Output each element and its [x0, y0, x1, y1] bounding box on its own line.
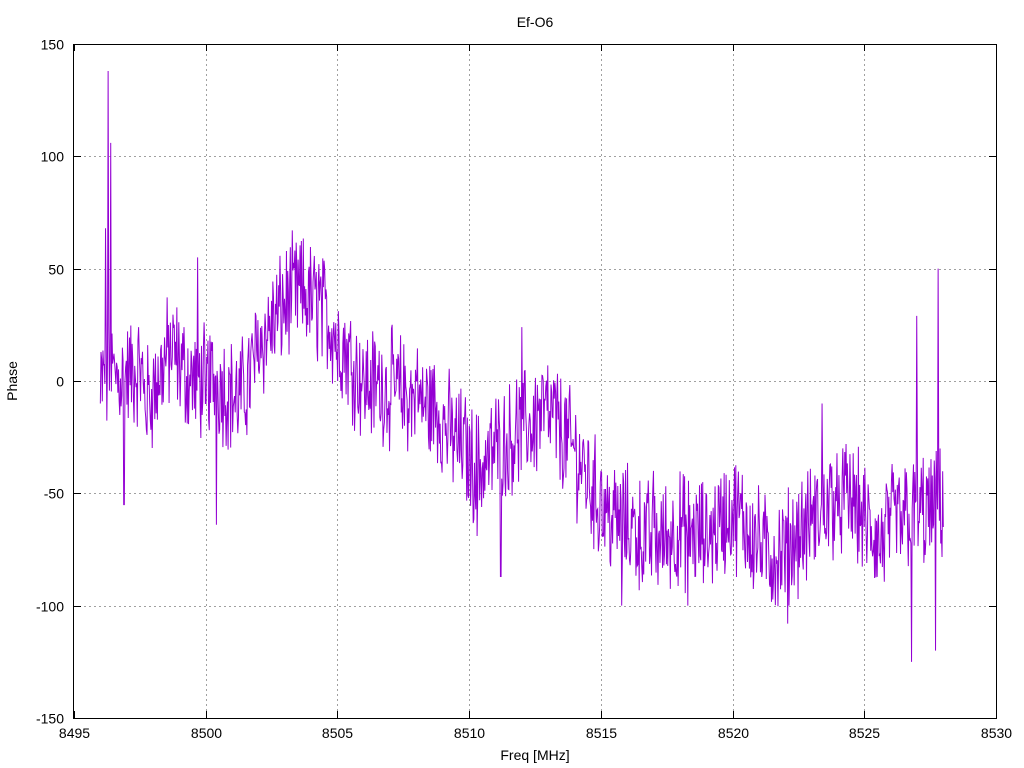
x-tick-label: 8500 [191, 725, 222, 741]
chart-title: Ef-O6 [517, 14, 554, 30]
y-tick-label: 0 [56, 374, 64, 390]
y-tick-label: -150 [36, 711, 64, 727]
x-tick-label: 8505 [322, 725, 353, 741]
y-tick-label: -100 [36, 599, 64, 615]
y-tick-label: -50 [44, 486, 64, 502]
chart-background [0, 0, 1024, 768]
x-axis-label: Freq [MHz] [500, 747, 569, 763]
x-tick-label: 8525 [849, 725, 880, 741]
y-tick-label: 150 [41, 37, 65, 53]
x-tick-label: 8510 [454, 725, 485, 741]
y-axis-label: Phase [4, 361, 20, 401]
x-tick-label: 8515 [586, 725, 617, 741]
x-tick-label: 8520 [718, 725, 749, 741]
y-tick-label: 100 [41, 149, 65, 165]
x-tick-label: 8495 [59, 725, 90, 741]
y-tick-label: 50 [48, 262, 64, 278]
x-tick-label: 8530 [981, 725, 1012, 741]
phase-vs-frequency-chart: 8495 8500 8505 8510 8515 8520 8525 8530 -150 -10… [0, 0, 1024, 768]
